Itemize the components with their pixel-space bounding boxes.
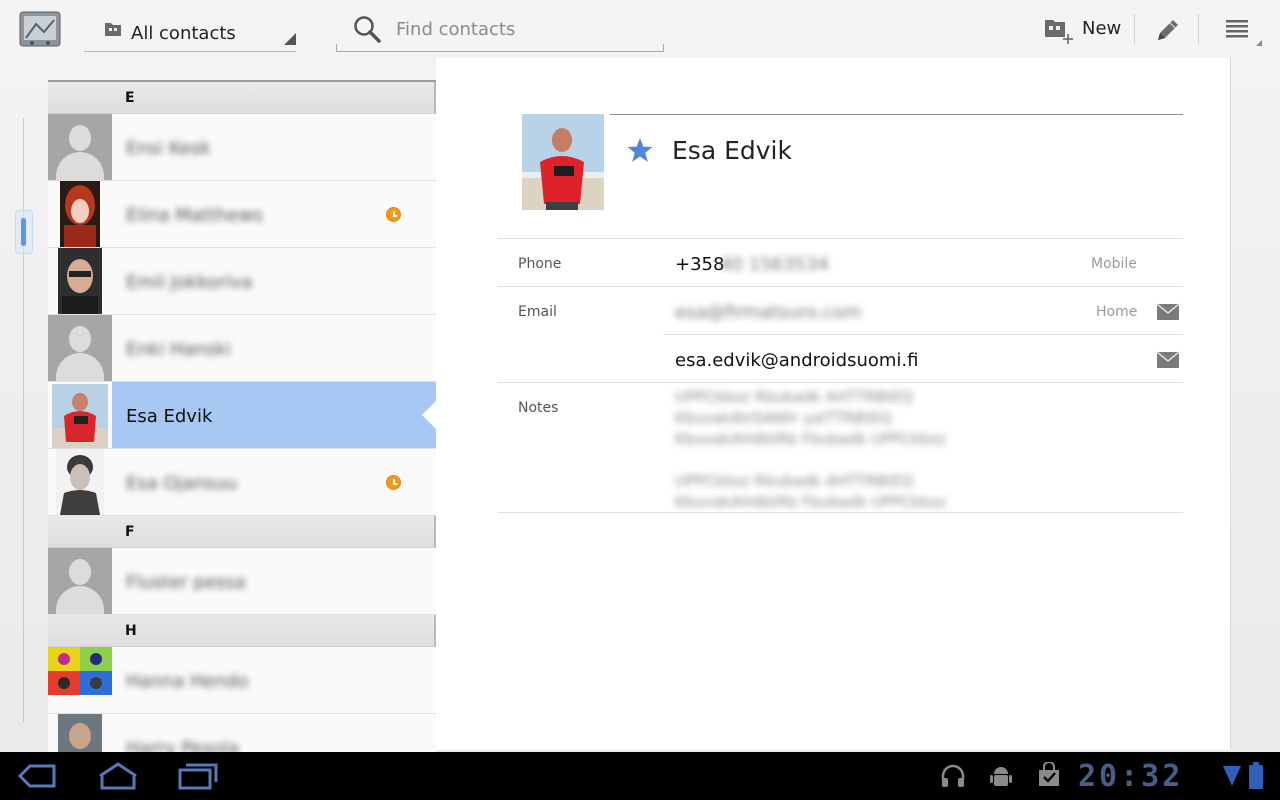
section-divider [498,286,1183,287]
contact-row[interactable]: Emil Jokkoriva [48,248,436,315]
home-icon[interactable] [96,760,140,792]
contact-row[interactable]: Enki Hanski [48,315,436,382]
entry-divider [663,334,1183,335]
email-send-icon[interactable] [1156,303,1180,321]
overflow-menu-button[interactable] [1204,6,1266,52]
phone-number: 40 1563534 [720,254,829,275]
folder-icon [105,23,121,36]
section-letter: E [125,90,135,106]
contact-photo [48,315,112,381]
contact-name: Elina Matthews [126,205,263,226]
fast-scroll-thumb[interactable] [15,210,33,254]
section-divider [498,238,1183,239]
spinner-arrow-icon [284,33,296,45]
contact-photo [48,181,112,247]
section-divider [498,382,1183,383]
contact-photo [48,548,112,614]
contact-detail-name: Esa Edvik [672,136,792,165]
note-line: UPPCkboz Rbubadk AHTTRBtEQ [675,472,914,490]
clock[interactable]: 20:32 [1078,759,1183,794]
download-complete-icon[interactable] [1036,762,1062,788]
account-filter-spinner[interactable]: All contacts [84,6,296,52]
contact-row[interactable]: Fluster pessa [48,548,436,615]
note-line: KbuvakAHdbtRb Fbubadk UPPCkboz [675,430,946,448]
section-divider [498,512,1183,513]
actionbar-divider [1198,14,1199,44]
contact-row[interactable]: Elina Matthews [48,181,436,248]
contact-photo [48,382,112,448]
section-header-h: H [48,615,436,647]
menu-icon [1226,20,1262,46]
contact-name: Ensi Kesk [126,138,211,159]
section-header-f: F [48,516,436,548]
contact-detail-panel: Esa Edvik Phone +358 40 1563534 Mobile E… [436,58,1231,750]
contact-name: Enki Hanski [126,339,231,360]
default-avatar-icon [48,548,112,614]
contact-row[interactable]: Harry Pesola [48,714,436,752]
email-type: Home [1096,304,1138,320]
phone-prefix: +358 [675,254,725,275]
actionbar-divider [1134,14,1135,44]
pencil-icon [1158,20,1178,40]
search-icon [354,16,381,43]
contact-photo [48,714,112,752]
battery-icon[interactable] [1248,762,1264,790]
contact-name: Fluster pessa [126,572,246,593]
contact-name: Esa Ojansuu [126,473,238,494]
recent-apps-icon[interactable] [176,760,220,792]
action-bar: All contacts New [0,0,1280,58]
wifi-signal-icon[interactable] [1222,764,1242,788]
contact-detail-photo[interactable] [522,114,604,210]
contact-list: E Ensi Kesk Elina Matthews Emil Jokkoriv… [48,80,436,752]
contact-name: Harry Pesola [126,738,240,752]
recent-activity-icon [386,207,401,222]
contacts-app-icon[interactable] [18,10,62,48]
contact-row[interactable]: Ensi Kesk [48,114,436,181]
section-header-e: E [48,82,436,114]
contact-photo [48,647,112,713]
email-label: Email [518,304,557,320]
recent-activity-icon [386,475,401,490]
add-contact-icon [1045,20,1073,44]
contact-name: Esa Edvik [126,406,213,427]
back-icon[interactable] [16,760,58,792]
note-line: KbuvakAtrDAWlr yalTTRBtEQ [675,409,892,427]
system-bar: 20:32 [0,752,1280,800]
section-letter: F [125,524,135,540]
section-letter: H [125,623,137,639]
contact-row[interactable]: Esa Ojansuu [48,449,436,516]
phone-label: Phone [518,256,562,272]
header-rule [610,114,1183,115]
search-box[interactable] [336,6,664,52]
default-avatar-icon [48,315,112,381]
contact-name: Hanna Hendo [126,671,249,692]
contact-row-selected[interactable]: Esa Edvik [48,382,436,449]
selection-pointer [422,400,436,430]
favorite-star-icon[interactable] [626,136,654,164]
phone-type: Mobile [1091,256,1137,272]
note-line: UPPCkboz Rbubadk AHTTRBtEQ [675,388,914,406]
contact-row[interactable]: Hanna Hendo [48,647,436,714]
edit-contact-button[interactable] [1140,6,1196,52]
email-address: esa.edvik@androidsuomi.fi [675,350,919,371]
fast-scroll-track[interactable] [23,118,24,722]
contact-photo [48,114,112,180]
notes-label: Notes [518,400,559,416]
contact-photo [48,449,112,515]
search-input[interactable] [396,16,646,42]
note-line: KbuvakAHdbtRb Fbubadk UPPCkboz [675,493,946,511]
android-debug-icon[interactable] [988,764,1014,788]
contact-name: Emil Jokkoriva [126,272,253,293]
email-send-icon[interactable] [1156,351,1180,369]
new-contact-label: New [1082,18,1122,39]
new-contact-button[interactable]: New [1034,6,1134,52]
contact-photo [48,248,112,314]
email-address: esa@firmatsuro.com [675,302,862,323]
headphones-icon[interactable] [940,764,966,788]
account-filter-label: All contacts [131,23,236,44]
default-avatar-icon [48,114,112,180]
